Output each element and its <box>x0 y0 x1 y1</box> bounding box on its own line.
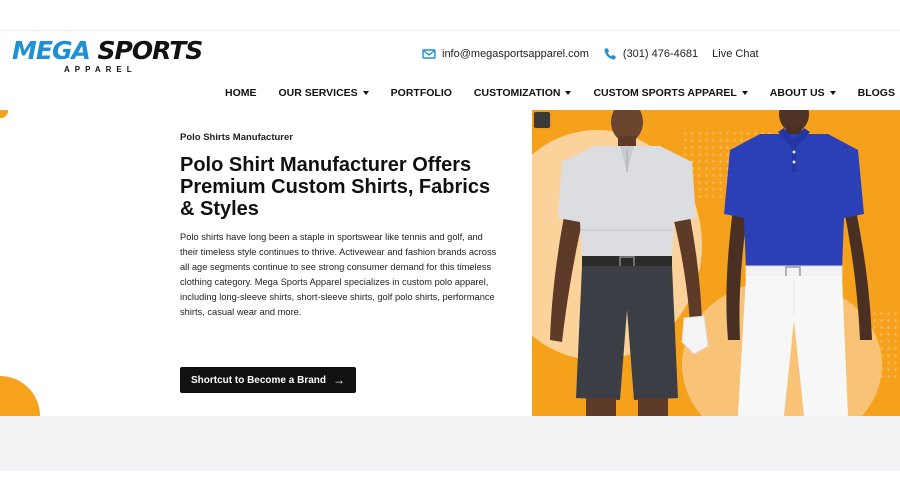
contact-phone-link[interactable]: (301) 476-4681 <box>603 47 698 61</box>
contact-phone-number: (301) 476-4681 <box>622 48 699 60</box>
nav-item-label: PORTFOLIO <box>390 87 452 99</box>
nav-item-about-us[interactable]: ABOUT US <box>770 87 836 99</box>
hero-section: Polo Shirts Manufacturer Polo Shirt Manu… <box>0 110 900 416</box>
nav-item-label: CUSTOM SPORTS APPAREL <box>593 87 737 99</box>
phone-icon <box>604 48 616 60</box>
hero-image-panel <box>532 110 900 416</box>
nav-item-blogs[interactable]: BLOGS <box>858 87 895 99</box>
section-divider-band <box>0 416 900 471</box>
cta-label: Shortcut to Become a Brand <box>190 374 327 386</box>
hero-body-text: Polo shirts have long been a staple in s… <box>180 232 497 317</box>
decor-circle <box>0 110 8 118</box>
main-nav: HOME OUR SERVICES PORTFOLIO CUSTOMIZATIO… <box>225 87 895 99</box>
nav-item-our-services[interactable]: OUR SERVICES <box>279 87 369 99</box>
logo-wordmark: MEGA SPORTS <box>12 36 204 65</box>
nav-item-label: CUSTOMIZATION <box>473 87 561 99</box>
live-chat-link[interactable]: Live Chat <box>712 48 758 60</box>
nav-item-label: OUR SERVICES <box>278 87 358 99</box>
arrow-right-icon: → <box>333 373 346 387</box>
decor-circle <box>0 376 40 416</box>
nav-item-label: ABOUT US <box>769 87 825 99</box>
hero-eyebrow: Polo Shirts Manufacturer <box>180 132 293 143</box>
nav-item-customization[interactable]: CUSTOMIZATION <box>474 87 572 99</box>
logo-word-sports: SPORTS <box>97 36 204 65</box>
logo-word-mega: MEGA <box>12 36 91 65</box>
top-strip <box>0 0 900 31</box>
logo-subtitle: APPAREL <box>64 65 137 74</box>
nav-item-label: HOME <box>225 87 257 99</box>
caret-down-icon <box>741 91 748 95</box>
contact-bar: info@megasportsapparel.com (301) 476-468… <box>422 46 759 62</box>
hero-headline: Polo Shirt Manufacturer Offers Premium C… <box>180 154 491 220</box>
hero-text-column: Polo Shirts Manufacturer Polo Shirt Manu… <box>180 132 510 320</box>
caret-down-icon <box>829 91 836 95</box>
site-header: MEGA SPORTS APPAREL info@megasportsappar… <box>0 31 900 110</box>
caret-down-icon <box>565 91 572 95</box>
nav-item-home[interactable]: HOME <box>225 87 257 99</box>
nav-item-label: BLOGS <box>857 87 895 99</box>
model-grey-polo-image <box>550 110 709 416</box>
nav-item-portfolio[interactable]: PORTFOLIO <box>391 87 452 99</box>
nav-item-custom-sports-apparel[interactable]: CUSTOM SPORTS APPAREL <box>593 87 748 99</box>
mail-icon <box>422 49 436 59</box>
site-logo[interactable]: MEGA SPORTS APPAREL <box>12 37 203 77</box>
contact-email-link[interactable]: info@megasportsapparel.com <box>442 48 589 60</box>
image-zoom-icon[interactable] <box>532 110 552 130</box>
become-a-brand-button[interactable]: Shortcut to Become a Brand → <box>180 367 356 393</box>
model-blue-polo-image <box>724 110 872 416</box>
caret-down-icon <box>362 91 369 95</box>
